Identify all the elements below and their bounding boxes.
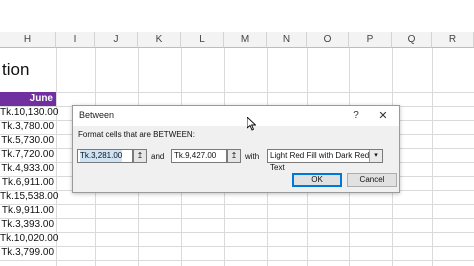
grid-line: [0, 92, 474, 93]
ok-button[interactable]: OK: [292, 173, 342, 187]
column-header-r[interactable]: R: [432, 32, 474, 48]
dialog-titlebar[interactable]: Between ? ✕: [73, 106, 399, 126]
help-button[interactable]: ?: [347, 108, 365, 124]
grid-line: [0, 232, 474, 233]
chevron-down-icon[interactable]: ▾: [369, 150, 382, 162]
collapse-dialog-icon[interactable]: ↥: [227, 149, 241, 163]
value-cell[interactable]: Tk.10,130.00: [0, 106, 58, 120]
column-header-p[interactable]: P: [349, 32, 392, 48]
column-header-h[interactable]: H: [0, 32, 56, 48]
june-header-cell[interactable]: June: [0, 92, 56, 106]
grid-line: [0, 246, 474, 247]
column-header-m[interactable]: M: [224, 32, 267, 48]
with-label: with: [245, 152, 260, 161]
value-cell[interactable]: Tk.3,799.00: [0, 246, 54, 260]
dialog-title: Between: [79, 110, 115, 120]
grid-line: [0, 260, 474, 261]
value-cell[interactable]: Tk.15,538.00: [0, 190, 58, 204]
column-header-j[interactable]: J: [95, 32, 138, 48]
value-cell[interactable]: Tk.9,911.00: [0, 204, 54, 218]
value-cell[interactable]: Tk.10,020.00: [0, 232, 58, 246]
value-cell[interactable]: Tk.3,393.00: [0, 218, 54, 232]
collapse-dialog-icon[interactable]: ↥: [133, 149, 147, 163]
to-value-input[interactable]: Tk.9,427.00: [171, 149, 227, 163]
close-button[interactable]: ✕: [373, 108, 393, 124]
from-value-text: Tk.3,281.00: [80, 150, 123, 162]
value-cell[interactable]: Tk.4,933.00: [0, 162, 54, 176]
value-cell[interactable]: Tk.3,780.00: [0, 120, 54, 134]
column-header-l[interactable]: L: [181, 32, 224, 48]
sheet-title: tion: [2, 60, 30, 79]
cancel-button[interactable]: Cancel: [347, 173, 397, 187]
grid-line: [432, 48, 433, 266]
between-dialog: Between ? ✕ Format cells that are BETWEE…: [72, 105, 400, 193]
column-header-q[interactable]: Q: [392, 32, 432, 48]
column-header-k[interactable]: K: [138, 32, 181, 48]
column-header-i[interactable]: I: [56, 32, 95, 48]
grid-line: [0, 204, 474, 205]
column-header-o[interactable]: O: [307, 32, 349, 48]
value-cell[interactable]: Tk.6,911.00: [0, 176, 54, 190]
format-select[interactable]: Light Red Fill with Dark Red Text ▾: [267, 149, 383, 172]
from-value-input[interactable]: Tk.3,281.00: [77, 149, 133, 163]
value-cell[interactable]: Tk.7,720.00: [0, 148, 54, 162]
toolbar-area: [0, 0, 474, 33]
dialog-prompt: Format cells that are BETWEEN:: [78, 130, 195, 139]
to-value-text: Tk.9,427.00: [174, 151, 217, 160]
format-select-value: Light Red Fill with Dark Red Text: [270, 151, 370, 172]
and-label: and: [151, 152, 165, 161]
column-header-n[interactable]: N: [267, 32, 307, 48]
grid-line: [0, 218, 474, 219]
value-cell[interactable]: Tk.5,730.00: [0, 134, 54, 148]
mouse-cursor-icon: [246, 115, 257, 134]
